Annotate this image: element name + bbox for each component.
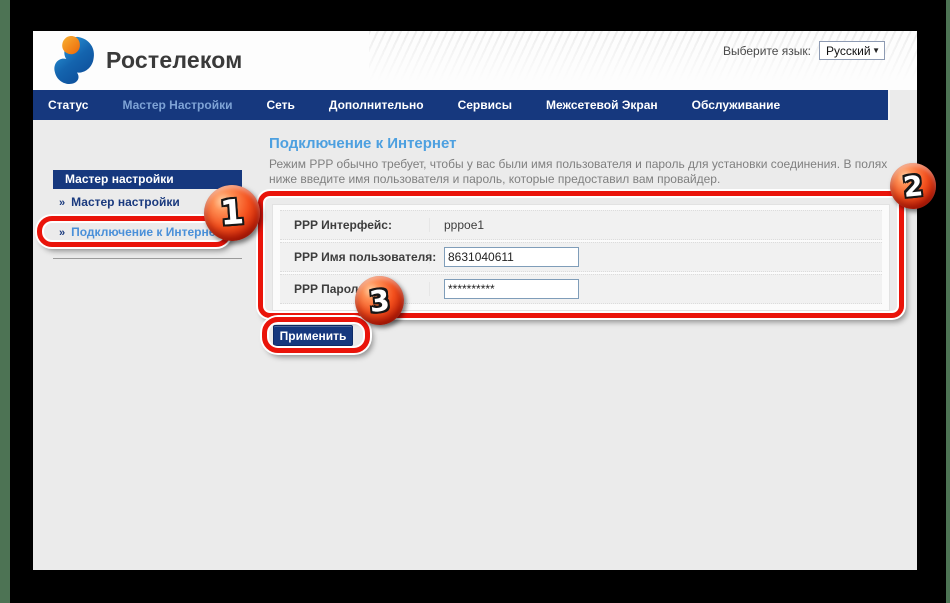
ppp-interface-value: pppoe1 (430, 218, 484, 232)
form-row-ppp-interface: PPP Интерфейс: pppoe1 (280, 210, 882, 240)
language-selector-row: Выберите язык: Русский ▼ (723, 41, 885, 60)
sidebar-bullet-icon: » (59, 227, 65, 239)
sidebar-bullet-icon: » (59, 197, 65, 209)
rostelecom-logo-text: Ростелеком (106, 47, 242, 74)
rostelecom-logo-icon (50, 33, 100, 87)
nav-item-status[interactable]: Статус (48, 98, 88, 112)
router-admin-page: Ростелеком Выберите язык: Русский ▼ Стат… (33, 31, 917, 570)
apply-button[interactable]: Применить (273, 325, 353, 346)
screen-edge-left (0, 0, 10, 603)
ppp-password-input[interactable] (444, 279, 579, 299)
form-row-ppp-password: PPP Пароль: (280, 274, 882, 304)
screen-edge-right (946, 0, 950, 603)
ppp-interface-label: PPP Интерфейс: (280, 218, 430, 232)
sidebar-item-wizard[interactable]: » Мастер настройки (59, 195, 180, 209)
sidebar-divider (53, 258, 242, 259)
language-label: Выберите язык: (723, 44, 811, 58)
ppp-username-label: PPP Имя пользователя: (280, 250, 430, 264)
nav-item-services[interactable]: Сервисы (458, 98, 512, 112)
page-description: Режим PPP обычно требует, чтобы у вас бы… (269, 157, 905, 187)
nav-item-wizard[interactable]: Мастер Настройки (122, 98, 232, 112)
page-title: Подключение к Интернет (269, 135, 457, 152)
ppp-username-input[interactable] (444, 247, 579, 267)
dropdown-caret-icon: ▼ (872, 46, 880, 55)
ppp-settings-form: PPP Интерфейс: pppoe1 PPP Имя пользовате… (272, 204, 890, 311)
header-streaks-fade (369, 31, 917, 90)
sidebar-section-header: Мастер настройки (53, 170, 242, 189)
nav-item-firewall[interactable]: Межсетевой Экран (546, 98, 658, 112)
nav-item-advanced[interactable]: Дополнительно (329, 98, 424, 112)
sidebar-item-label: Подключение к Интернет (71, 225, 221, 239)
form-row-ppp-username: PPP Имя пользователя: (280, 242, 882, 272)
main-navbar: Статус Мастер Настройки Сеть Дополнитель… (33, 90, 890, 120)
nav-item-maintenance[interactable]: Обслуживание (692, 98, 781, 112)
sidebar-item-label: Мастер настройки (71, 195, 180, 209)
language-selected-value: Русский (826, 44, 871, 58)
rostelecom-logo: Ростелеком (50, 33, 242, 87)
nav-item-network[interactable]: Сеть (266, 98, 294, 112)
ppp-password-label: PPP Пароль: (280, 282, 430, 296)
sidebar-item-internet-connection[interactable]: » Подключение к Интернет (59, 225, 221, 239)
language-dropdown[interactable]: Русский ▼ (819, 41, 885, 60)
page-header: Ростелеком Выберите язык: Русский ▼ (33, 31, 917, 90)
